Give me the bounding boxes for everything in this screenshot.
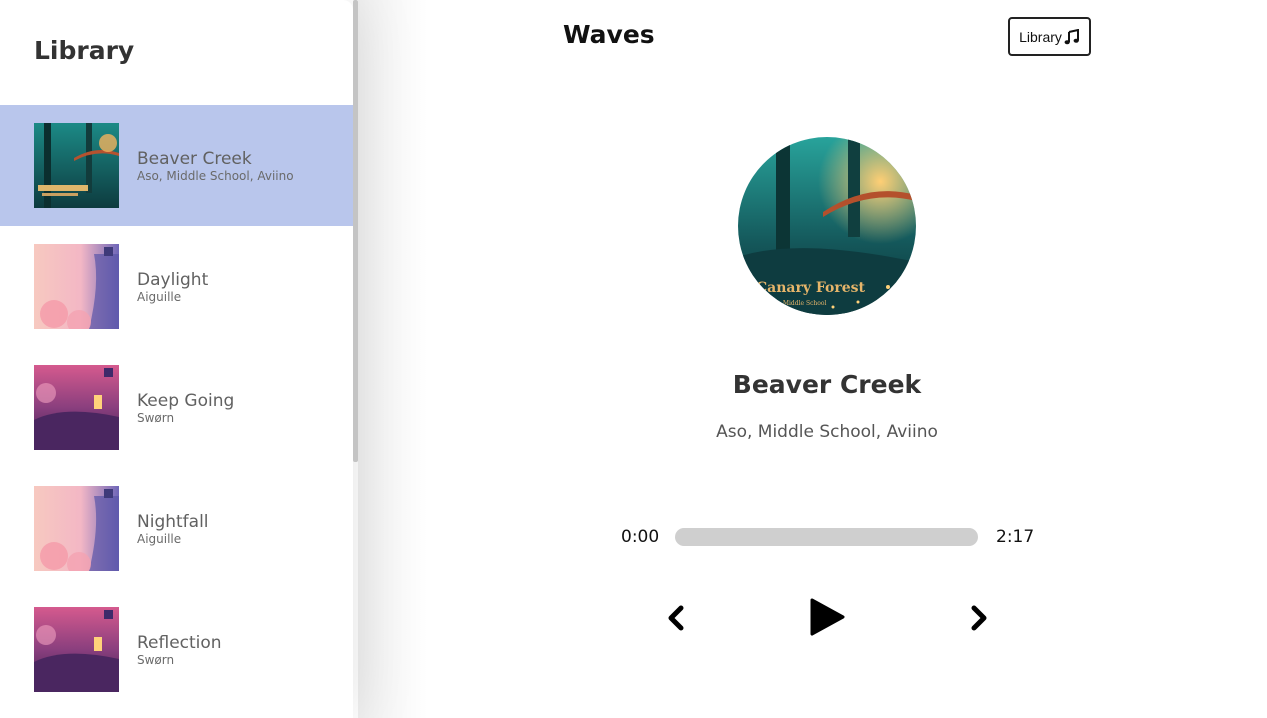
song-info: Keep Going Swørn	[137, 391, 234, 425]
track-artist: Aso, Middle School, Aviino	[716, 422, 938, 442]
song-info: Nightfall Aiguille	[137, 512, 209, 546]
song-info: Beaver Creek Aso, Middle School, Aviino	[137, 149, 294, 183]
song-info: Reflection Swørn	[137, 633, 222, 667]
svg-text:Canary Forest: Canary Forest	[756, 280, 866, 296]
song-artist: Swørn	[137, 652, 175, 667]
song-cover	[34, 123, 119, 208]
song-name: Beaver Creek	[137, 148, 252, 169]
song-cover	[34, 486, 119, 571]
song-name: Reflection	[137, 632, 222, 653]
track-name: Beaver Creek	[732, 370, 922, 399]
library-song[interactable]: Reflection Swørn	[0, 589, 353, 710]
library-song[interactable]: Keep Going Swørn	[0, 347, 353, 468]
music-note-icon	[1064, 28, 1080, 45]
song-cover	[34, 365, 119, 450]
current-time: 0:00	[621, 527, 660, 547]
library-shadow	[358, 0, 428, 718]
previous-icon[interactable]	[665, 605, 687, 635]
song-cover	[34, 244, 119, 329]
svg-text:Aso, Middle School: Aso, Middle School	[767, 300, 827, 307]
song-artist: Aiguille	[137, 289, 182, 304]
library-panel: Library Beaver Creek Aso, Middle School,…	[0, 0, 353, 718]
album-art: Canary Forest Aso, Middle School	[738, 137, 916, 315]
song-list: Beaver Creek Aso, Middle School, Aviino	[0, 105, 353, 710]
next-icon[interactable]	[968, 605, 990, 635]
library-song[interactable]: Nightfall Aiguille	[0, 468, 353, 589]
library-button-label: Library	[1019, 28, 1062, 45]
library-scrollbar[interactable]	[353, 0, 358, 462]
library-toggle-button[interactable]: Library	[1008, 17, 1091, 56]
song-artist: Aiguille	[137, 531, 182, 546]
song-name: Keep Going	[137, 390, 235, 411]
library-title: Library	[34, 36, 135, 65]
song-artist: Aso, Middle School, Aviino	[137, 168, 294, 183]
song-artist: Swørn	[137, 410, 175, 425]
library-song[interactable]: Daylight Aiguille	[0, 226, 353, 347]
song-info: Daylight Aiguille	[137, 270, 208, 304]
song-name: Daylight	[137, 269, 209, 290]
app-title: Waves	[563, 20, 655, 49]
play-icon[interactable]	[808, 597, 846, 641]
song-name: Nightfall	[137, 511, 209, 532]
song-cover	[34, 607, 119, 692]
duration: 2:17	[996, 527, 1035, 547]
library-song[interactable]: Beaver Creek Aso, Middle School, Aviino	[0, 105, 353, 226]
progress-slider[interactable]	[675, 528, 978, 546]
